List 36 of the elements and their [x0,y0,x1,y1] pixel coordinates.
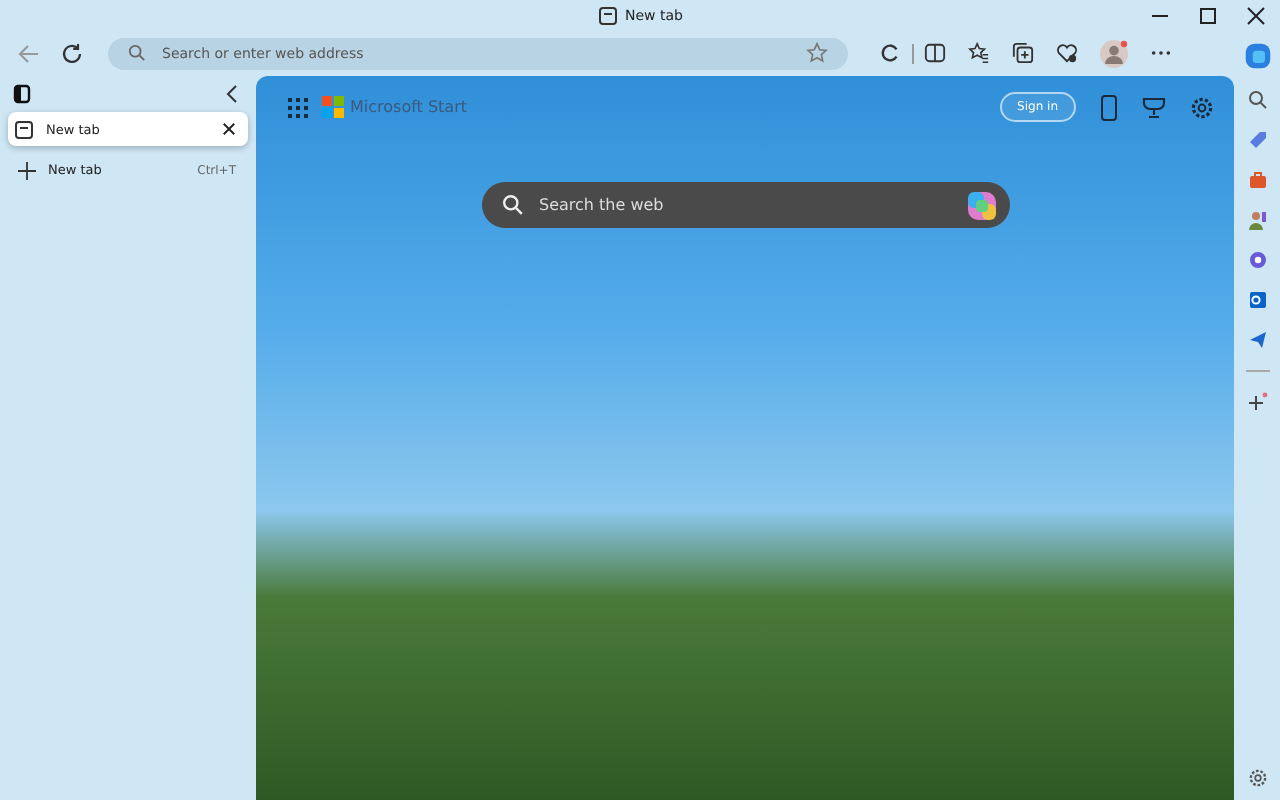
people-icon[interactable] [1247,210,1267,230]
heart-icon[interactable] [1056,42,1078,64]
close-icon [1246,6,1266,26]
web-search-field[interactable]: Search the web [539,196,949,214]
plus-icon[interactable] [1247,392,1267,412]
logo-icon [322,96,344,118]
tag-icon[interactable] [1247,130,1267,150]
profile-avatar[interactable] [1100,39,1128,67]
tab-icon [14,119,34,139]
plus-icon [18,161,36,179]
mail-icon[interactable] [1247,290,1267,310]
close-icon[interactable] [222,122,236,136]
favorites-icon[interactable] [968,42,990,64]
apps-grid-icon[interactable] [288,97,308,117]
split-screen-icon[interactable] [924,42,946,64]
briefcase-icon[interactable] [1247,170,1267,190]
copilot-icon[interactable] [965,189,997,221]
collections-icon[interactable] [1012,42,1034,64]
star-icon[interactable] [806,42,828,64]
brand-name: Microsoft Start [350,98,467,116]
maximize-icon [1198,6,1218,26]
phone-icon[interactable] [1100,93,1118,121]
settings-icon[interactable] [1247,768,1267,788]
settings-icon[interactable] [1190,95,1214,119]
search-icon [128,44,146,62]
collapse-icon[interactable] [224,84,240,104]
tab-actions-icon[interactable] [12,84,32,104]
back-arrow-icon [16,41,40,65]
circle-icon[interactable] [1247,250,1267,270]
copilot-icon[interactable] [1243,42,1271,70]
tab-icon [597,6,617,26]
send-icon[interactable] [1247,330,1267,350]
search-icon [501,194,523,216]
search-icon[interactable] [1247,90,1267,110]
refresh-icon [60,41,84,65]
web-search-bar[interactable]: Search the web [481,182,1009,228]
